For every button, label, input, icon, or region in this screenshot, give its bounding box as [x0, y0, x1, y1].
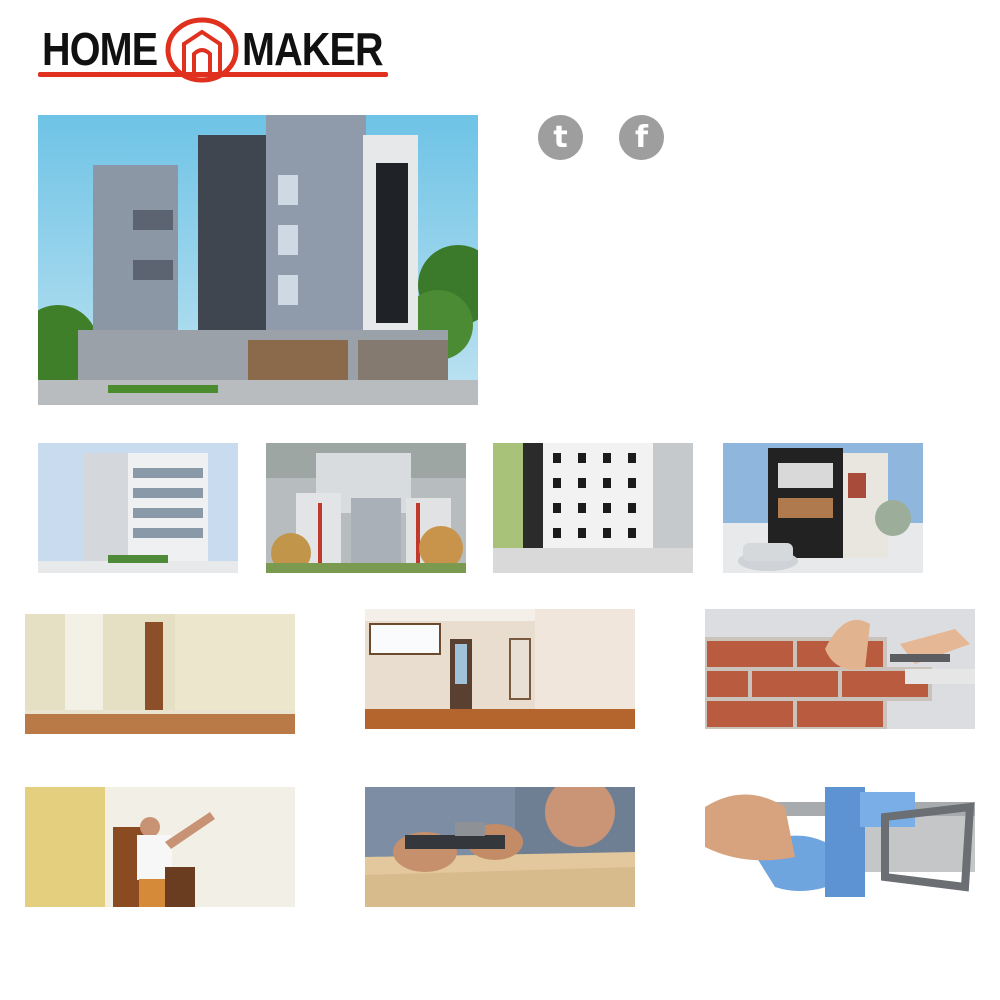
- home-maker-logo[interactable]: HOME MAKER: [38, 14, 390, 83]
- project-thumbnail[interactable]: [38, 443, 238, 573]
- page: HOME MAKER t f: [0, 0, 1000, 1000]
- project-thumbnail[interactable]: [266, 443, 466, 573]
- facebook-icon: f: [634, 119, 649, 155]
- logo-word-home: HOME: [42, 23, 158, 75]
- service-image[interactable]: [25, 614, 295, 734]
- service-image[interactable]: [365, 609, 635, 729]
- service-image[interactable]: [705, 609, 975, 729]
- facebook-button[interactable]: f: [619, 115, 664, 160]
- twitter-icon: t: [553, 119, 568, 155]
- twitter-button[interactable]: t: [538, 115, 583, 160]
- hero-building-image[interactable]: [38, 115, 478, 405]
- project-thumbnail[interactable]: [493, 443, 693, 573]
- service-image[interactable]: [25, 787, 295, 907]
- logo-word-maker: MAKER: [242, 23, 384, 75]
- logo-underline: [38, 72, 388, 77]
- service-image[interactable]: [705, 787, 975, 907]
- project-thumbnail[interactable]: [723, 443, 923, 573]
- service-image[interactable]: [365, 787, 635, 907]
